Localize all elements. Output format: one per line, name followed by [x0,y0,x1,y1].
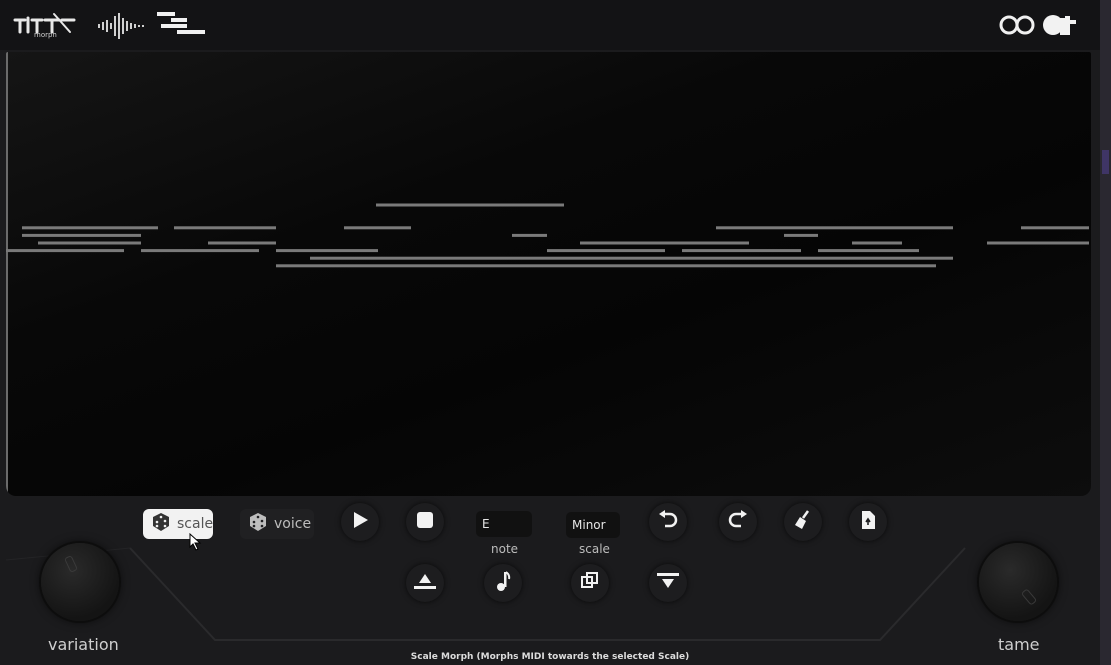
tame-knob-indicator [1020,588,1038,606]
undo-icon [657,510,679,534]
duplicate-button[interactable] [571,564,609,602]
voice-mode-button[interactable]: voice [240,509,314,539]
dice-icon [151,512,171,536]
note-label: note [491,542,519,556]
undo-button[interactable] [649,503,687,541]
voice-mode-label: voice [274,516,312,532]
control-panel-outline [5,547,966,641]
file-icon [860,510,876,534]
play-button[interactable] [341,503,379,541]
broom-icon [792,509,814,535]
music-note-icon [495,570,511,596]
duplicate-icon [581,572,599,594]
shift-down-button[interactable] [649,564,687,602]
export-midi-button[interactable] [849,503,887,541]
note-length-button[interactable] [484,564,522,602]
stop-icon [417,512,433,532]
clear-button[interactable] [784,503,822,541]
triangle-up-bar-icon [413,572,437,594]
scale-label: scale [579,542,610,556]
window-edge [1100,0,1111,665]
status-bar-text: Scale Morph (Morphs MIDI towards the sel… [410,652,690,662]
variation-knob-indicator [63,555,79,573]
redo-button[interactable] [719,503,757,541]
root-note-select[interactable]: E [476,511,532,537]
scale-type-select[interactable]: Minor [566,512,620,538]
accent-marker [1102,150,1109,174]
mouse-cursor-icon [189,532,203,555]
variation-knob[interactable] [41,543,119,621]
play-icon [351,511,369,533]
dice-icon [248,512,268,536]
tame-knob[interactable] [979,543,1057,621]
stop-button[interactable] [406,503,444,541]
redo-icon [727,510,749,534]
shift-up-button[interactable] [406,564,444,602]
scale-mode-label: scale [177,516,214,532]
triangle-down-bar-icon [656,572,680,594]
